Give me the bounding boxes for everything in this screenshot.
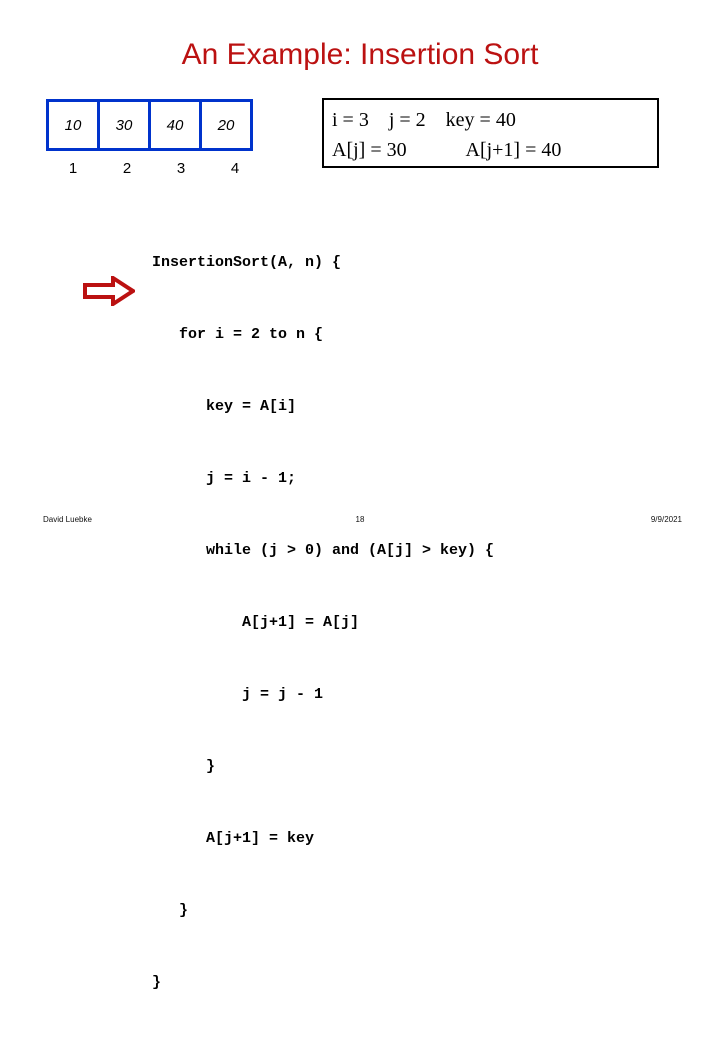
code-line-5: A[j+1] = A[j]	[152, 614, 360, 631]
code-line-6: j = j - 1	[152, 686, 324, 703]
right-arrow-icon	[83, 274, 137, 308]
array-table: 10 30 40 20	[46, 99, 253, 151]
array-index-4: 4	[230, 160, 240, 177]
array-index-1: 1	[68, 160, 78, 177]
slide-canvas: An Example: Insertion Sort 10 30 40 20 1…	[0, 0, 720, 991]
footer-page-number: 18	[355, 515, 365, 524]
code-line-0: InsertionSort(A, n) {	[152, 254, 342, 271]
code-line-8: A[j+1] = key	[152, 830, 315, 847]
array-index-3: 3	[176, 160, 186, 177]
code-line-10: }	[152, 974, 162, 991]
page-title: An Example: Insertion Sort	[181, 38, 539, 71]
state-annotation-box: i = 3 j = 2 key = 40 A[j] = 30 A[j+1] = …	[322, 98, 659, 168]
code-line-2: key = A[i]	[152, 398, 297, 415]
pseudocode-block: InsertionSort(A, n) { for i = 2 to n { k…	[152, 203, 494, 1043]
array-index-row: 1 2 3 4	[46, 160, 270, 177]
array-index-2: 2	[122, 160, 132, 177]
array-cell-1: 10	[46, 99, 100, 151]
footer-date: 9/9/2021	[650, 515, 682, 524]
table-row: 10 30 40 20	[46, 99, 253, 151]
state-line-array-values: A[j] = 30 A[j+1] = 40	[332, 139, 562, 161]
state-line-variables: i = 3 j = 2 key = 40	[332, 109, 516, 131]
code-line-7: }	[152, 758, 216, 775]
code-line-3: j = i - 1;	[152, 470, 297, 487]
code-line-4: while (j > 0) and (A[j] > key) {	[152, 542, 495, 559]
code-line-1: for i = 2 to n {	[152, 326, 324, 343]
array-cell-2: 30	[97, 99, 151, 151]
array-visualization: 10 30 40 20	[46, 99, 253, 151]
array-cell-3: 40	[148, 99, 202, 151]
code-line-9: }	[152, 902, 189, 919]
array-cell-4: 20	[199, 99, 253, 151]
